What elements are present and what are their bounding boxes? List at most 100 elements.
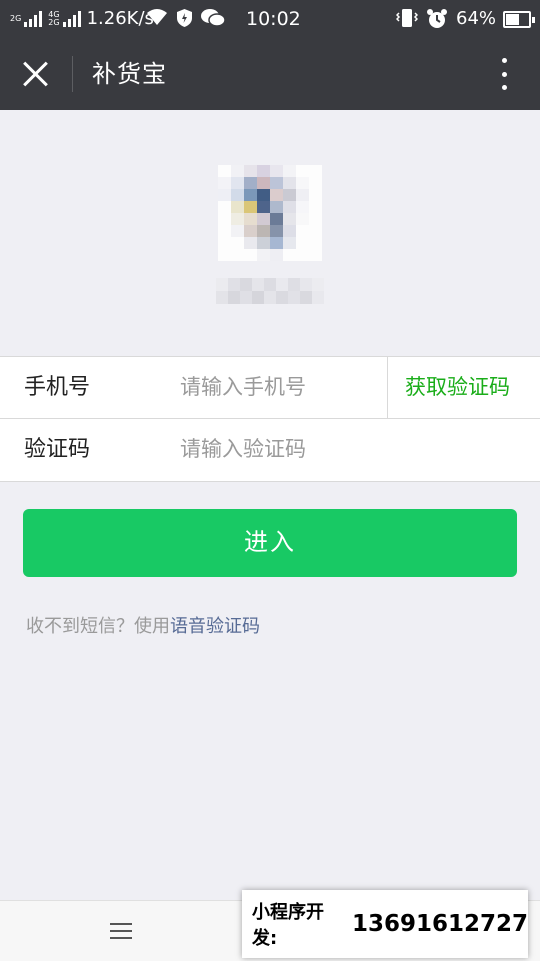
code-row: 验证码 (0, 419, 540, 480)
avatar-pixel (244, 165, 257, 177)
signal-group: 2G 4G 2G 1.26K/s (8, 8, 154, 29)
avatar-pixel (231, 225, 244, 237)
avatar-pixel (218, 189, 231, 201)
avatar-pixel (309, 189, 322, 201)
vibrate-icon (396, 8, 418, 28)
avatar-pixel (270, 201, 283, 213)
nav-divider (72, 56, 73, 92)
name-pixel (240, 291, 252, 304)
avatar-pixel (283, 249, 296, 261)
code-input[interactable] (180, 431, 380, 467)
avatar-pixel (296, 249, 309, 261)
name-pixel (312, 291, 324, 304)
wechat-icon (200, 8, 226, 28)
avatar-pixel (231, 237, 244, 249)
avatar-pixel (270, 225, 283, 237)
page-title: 补货宝 (92, 60, 167, 88)
name-pixel (240, 278, 252, 291)
avatar-pixel (283, 177, 296, 189)
sms-hint: 收不到短信？使用语音验证码 (26, 614, 260, 640)
menu-icon[interactable] (110, 923, 132, 939)
avatar-pixel (257, 201, 270, 213)
avatar-pixel (244, 213, 257, 225)
avatar-pixel (257, 189, 270, 201)
name-pixel (228, 278, 240, 291)
avatar-pixel (218, 213, 231, 225)
avatar-pixel (244, 249, 257, 261)
account-name-blurred (216, 278, 326, 304)
avatar-pixel (309, 249, 322, 261)
name-pixel (288, 278, 300, 291)
enter-button[interactable]: 进入 (23, 509, 517, 577)
avatar-pixel (296, 237, 309, 249)
avatar-pixel (231, 165, 244, 177)
name-pixel (276, 291, 288, 304)
avatar-pixel (244, 177, 257, 189)
signal-icon (24, 10, 43, 27)
phone-label: 手机号 (24, 375, 91, 400)
name-pixel (300, 278, 312, 291)
clock: 10:02 (246, 8, 301, 30)
name-pixel (264, 278, 276, 291)
hint-text: 收不到短信？使用 (26, 616, 170, 637)
alarm-icon (426, 8, 448, 30)
name-pixel (312, 278, 324, 291)
network-speed: 1.26K/s (86, 8, 154, 29)
battery-icon (503, 11, 535, 28)
avatar-pixel (309, 225, 322, 237)
name-pixel (216, 278, 228, 291)
avatar-pixel (270, 189, 283, 201)
avatar-pixel (270, 165, 283, 177)
avatar-pixel (218, 225, 231, 237)
ad-banner: 小程序开发: 13691612727 (242, 890, 528, 958)
avatar-pixel (257, 237, 270, 249)
avatar-pixel (218, 237, 231, 249)
ad-phone: 13691612727 (351, 911, 528, 937)
avatar-pixel (296, 201, 309, 213)
avatar-pixel (283, 201, 296, 213)
name-pixel (264, 291, 276, 304)
voice-code-link[interactable]: 语音验证码 (170, 616, 260, 637)
avatar-pixel (257, 177, 270, 189)
name-pixel (252, 278, 264, 291)
name-pixel (276, 278, 288, 291)
name-pixel (252, 291, 264, 304)
name-pixel (300, 291, 312, 304)
close-icon[interactable] (20, 58, 52, 90)
avatar-pixel (231, 189, 244, 201)
avatar-pixel (270, 177, 283, 189)
status-bar: 2G 4G 2G 1.26K/s 10:02 64% (0, 0, 540, 38)
avatar-pixel (283, 237, 296, 249)
avatar-pixel (309, 177, 322, 189)
signal-icon-2 (62, 10, 81, 27)
avatar-pixel (218, 249, 231, 261)
avatar-pixel (218, 201, 231, 213)
network-type: 4G 2G (48, 9, 60, 27)
get-code-button[interactable]: 获取验证码 (405, 371, 510, 403)
avatar-pixel (244, 237, 257, 249)
phone-row: 手机号 获取验证码 (0, 357, 540, 418)
avatar-pixel (244, 189, 257, 201)
avatar-pixel (231, 177, 244, 189)
avatar-pixel (257, 213, 270, 225)
battery-percent: 64% (456, 8, 497, 29)
code-label: 验证码 (24, 437, 91, 462)
phone-input[interactable] (180, 369, 380, 405)
wifi-icon (146, 8, 168, 26)
name-pixel (288, 291, 300, 304)
name-pixel (228, 291, 240, 304)
more-icon[interactable] (492, 56, 516, 92)
avatar-pixel (257, 225, 270, 237)
avatar-pixel (231, 249, 244, 261)
avatar-pixel (296, 225, 309, 237)
avatar-pixel (270, 237, 283, 249)
avatar-pixel (231, 213, 244, 225)
avatar-pixel (309, 213, 322, 225)
login-form: 手机号 获取验证码 验证码 (0, 356, 540, 482)
avatar-pixel (283, 225, 296, 237)
code-divider (387, 357, 388, 418)
avatar-pixel (309, 201, 322, 213)
avatar-pixel (257, 165, 270, 177)
avatar-pixel (218, 165, 231, 177)
avatar-pixel (283, 213, 296, 225)
